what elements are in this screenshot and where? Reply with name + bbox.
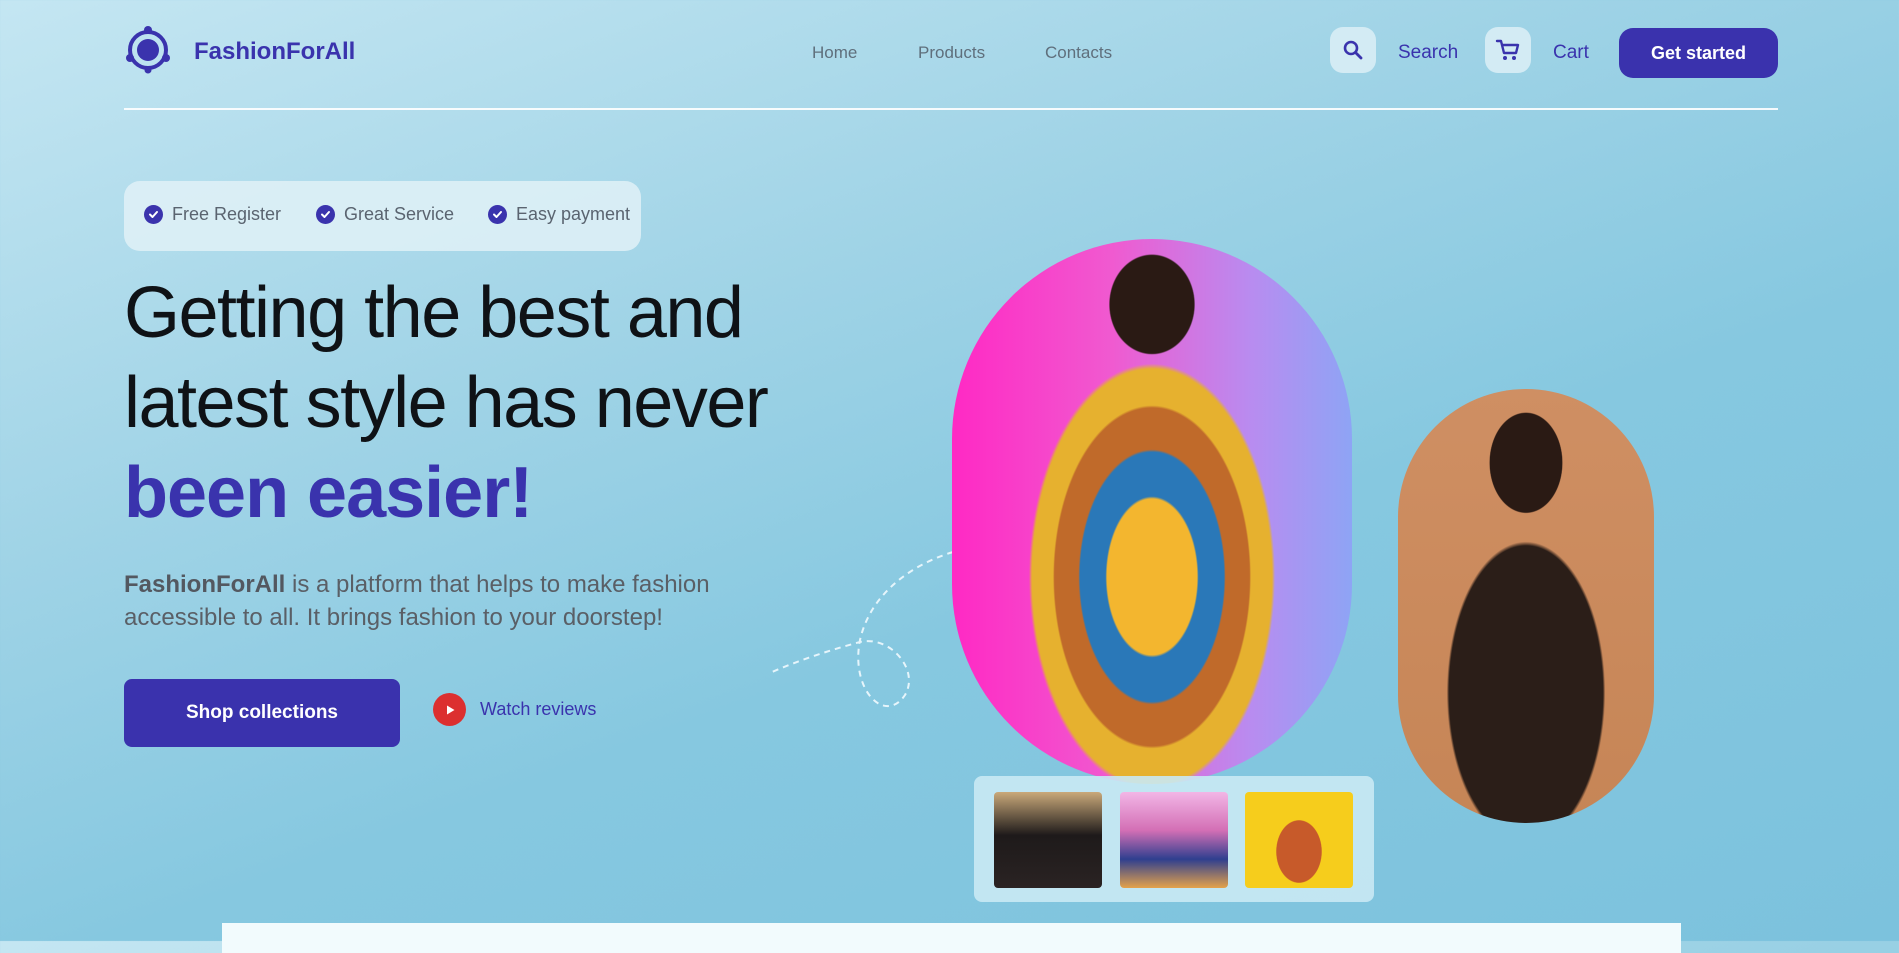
feature-free-register: Free Register [144, 204, 281, 225]
check-icon [316, 205, 335, 224]
thumbnail-black-dress[interactable] [994, 792, 1102, 888]
search-label[interactable]: Search [1398, 42, 1458, 64]
headline-line-2: latest style has never [124, 363, 769, 443]
headline-line-1: Getting the best and [124, 273, 744, 353]
cart-icon [1495, 39, 1520, 60]
nav-contacts[interactable]: Contacts [1045, 43, 1112, 63]
feature-easy-payment: Easy payment [488, 204, 630, 225]
check-icon [488, 205, 507, 224]
search-icon [1343, 40, 1363, 60]
watch-reviews-link[interactable]: Watch reviews [433, 693, 596, 726]
cart-button[interactable] [1485, 27, 1531, 73]
model-man-image [1398, 389, 1654, 823]
description-brand: FashionForAll [124, 571, 286, 598]
nav-home[interactable]: Home [812, 43, 857, 63]
feature-label: Free Register [172, 204, 282, 224]
features-bar: Free Register Great Service Easy payment [124, 181, 641, 251]
brand-name[interactable]: FashionForAll [194, 38, 355, 66]
header-divider [124, 108, 1778, 110]
watch-reviews-label[interactable]: Watch reviews [480, 699, 596, 720]
play-icon[interactable] [433, 693, 466, 726]
thumbnail-strip [974, 776, 1374, 902]
feature-label: Easy payment [516, 204, 631, 224]
feature-label: Great Service [344, 204, 455, 224]
feature-great-service: Great Service [316, 204, 454, 225]
nav-products[interactable]: Products [918, 43, 985, 63]
hero-description: FashionForAll is a platform that helps t… [124, 568, 784, 634]
check-icon [144, 205, 163, 224]
model-woman-image [952, 239, 1352, 784]
cart-label[interactable]: Cart [1553, 42, 1589, 64]
bottom-panel [222, 923, 1681, 953]
thumbnail-boy-outfit[interactable] [1245, 792, 1353, 888]
shop-collections-button[interactable]: Shop collections [124, 679, 400, 747]
thumbnail-girl-dress[interactable] [1120, 792, 1228, 888]
get-started-button[interactable]: Get started [1619, 28, 1778, 78]
headline-line-3: been easier! [124, 453, 533, 533]
search-button[interactable] [1330, 27, 1376, 73]
logo-icon[interactable] [124, 26, 172, 74]
decorative-dashed-curve [771, 551, 954, 708]
